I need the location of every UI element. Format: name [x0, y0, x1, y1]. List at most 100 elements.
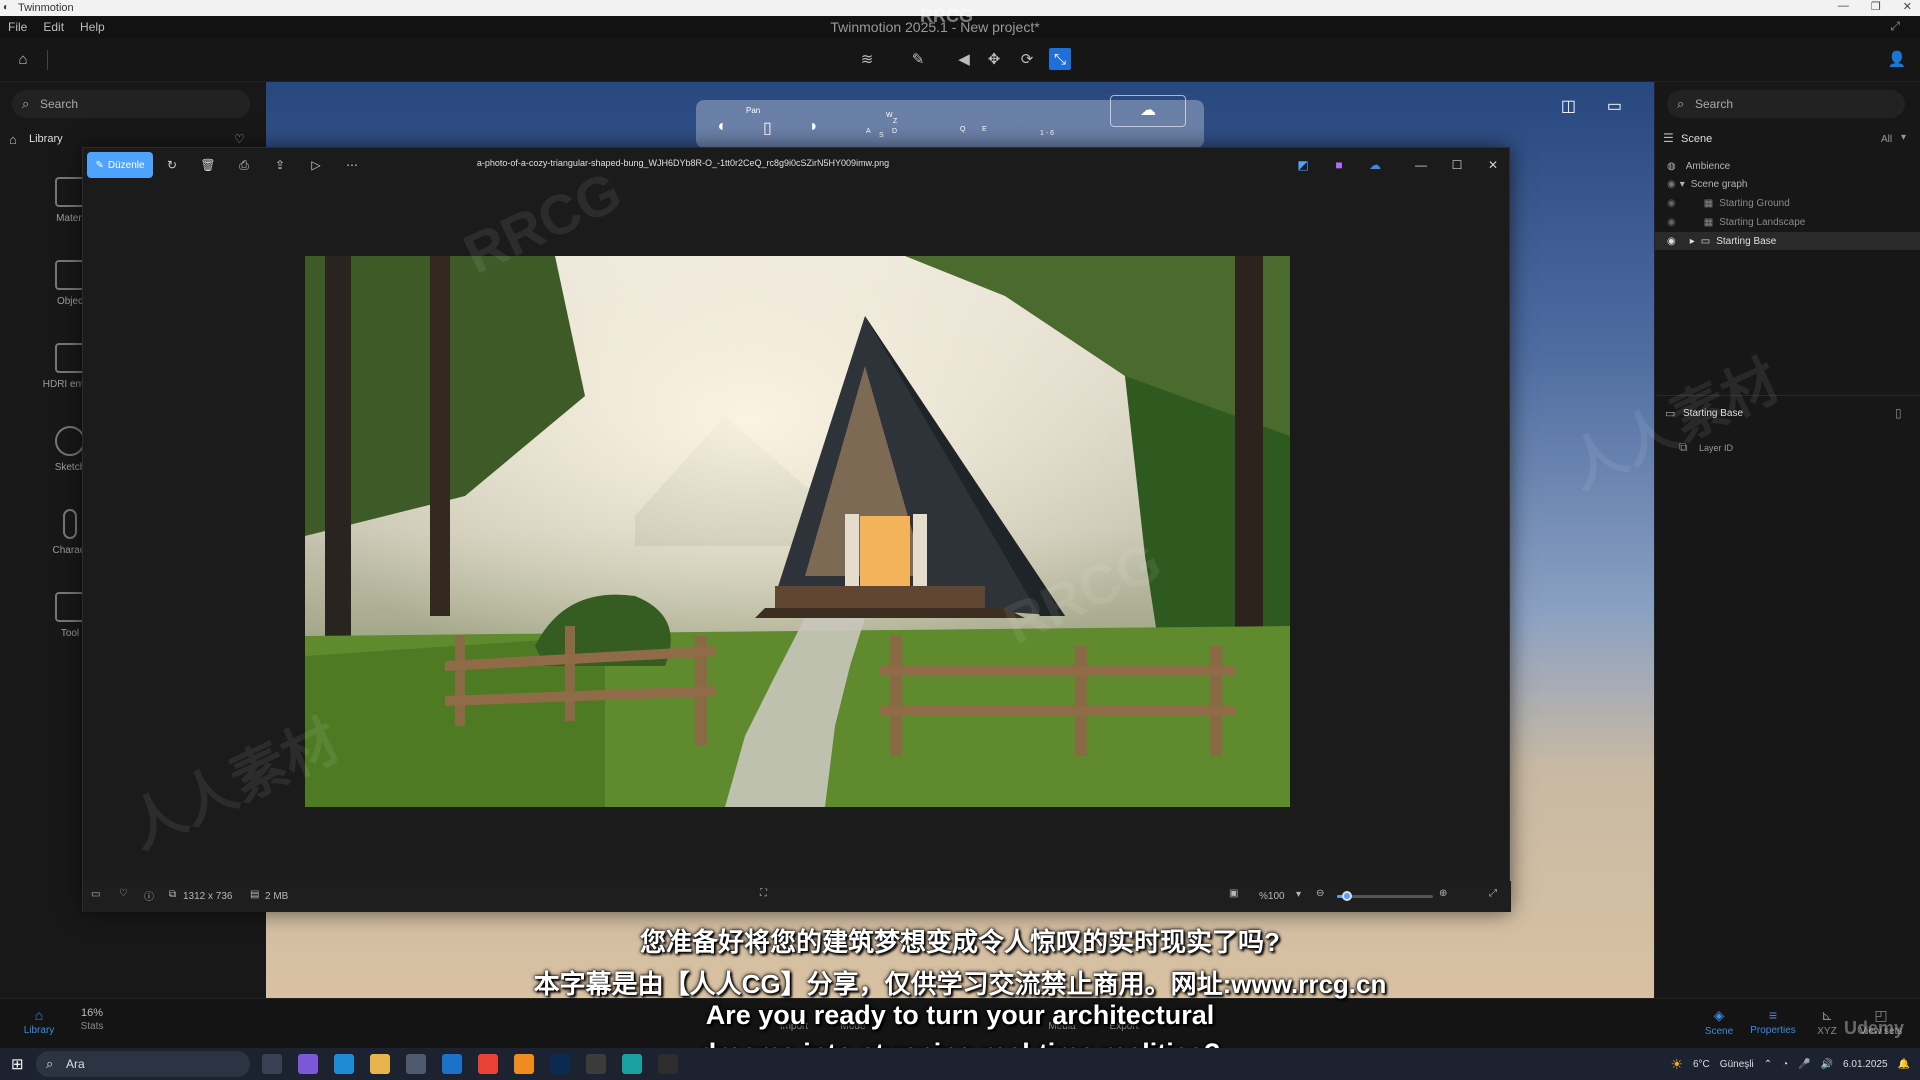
rotate-icon[interactable]: ⟳ [1016, 48, 1038, 70]
weather-temp: 6°C [1693, 1058, 1710, 1070]
fit-screen-icon[interactable]: ⛶ [760, 888, 767, 899]
user-icon[interactable]: 👤 [1886, 48, 1908, 70]
scene-search-input[interactable]: ⌕ Search [1667, 90, 1905, 118]
epic-icon[interactable] [586, 1054, 606, 1074]
chevron-right-icon[interactable]: ▸ [1690, 236, 1695, 247]
library-search-input[interactable]: ⌕ Search [12, 90, 250, 118]
panel-toggle-icon[interactable]: ◫ [1561, 96, 1576, 116]
more-icon[interactable]: ⋯ [343, 156, 361, 174]
tree-item-starting-ground[interactable]: ◉ ▦ Starting Ground [1655, 194, 1920, 212]
os-app-name: Twinmotion [18, 2, 74, 14]
fullscreen-icon[interactable]: ⤢ [1890, 19, 1900, 34]
zoom-value[interactable]: %100 [1259, 891, 1285, 902]
viewer-toolbar: ✎ Düzenle ↻ 🗑 ⎙ ⇪ ▷ ⋯ a-photo-of-a-cozy-… [83, 148, 1511, 182]
restore-icon[interactable]: ❐ [1871, 0, 1881, 13]
tree-item-starting-base[interactable]: ◉ ▸ ▭ Starting Base [1655, 232, 1920, 250]
image-dimensions: 1312 x 736 [183, 891, 233, 902]
cloud-sync-icon[interactable]: ☁ [1110, 95, 1186, 127]
scale-icon[interactable]: ⤡ [1049, 48, 1071, 70]
back-icon[interactable]: ◀ [953, 48, 975, 70]
system-tray: ☀ 6°C Güneşli ⌃ ◔ 🎤 🔊 6.01.2025 🔔 [1670, 1052, 1910, 1076]
share-icon[interactable]: ⇪ [271, 156, 289, 174]
rotate-icon[interactable]: ↻ [163, 156, 181, 174]
terminal-icon[interactable] [658, 1054, 678, 1074]
eye-icon[interactable]: ◉ [1667, 179, 1676, 190]
image-filename: a-photo-of-a-cozy-triangular-shaped-bung… [476, 158, 890, 168]
tree-item-starting-landscape[interactable]: ◉ ▦ Starting Landscape [1655, 213, 1920, 231]
task-view-icon[interactable] [262, 1054, 282, 1074]
tree-item-ambience[interactable]: ◍ Ambience [1655, 157, 1920, 175]
favorite-icon[interactable]: ♡ [234, 132, 245, 146]
tray-chevron-icon[interactable]: ⌃ [1764, 1059, 1772, 1070]
key-z: Z [893, 118, 898, 125]
notification-icon[interactable]: 🔔 [1898, 1059, 1910, 1070]
chevron-down-icon[interactable]: ▾ [1296, 889, 1301, 900]
tree-item-scene-graph[interactable]: ◉ ▾ Scene graph [1655, 175, 1920, 193]
print-icon[interactable]: ⎙ [235, 156, 253, 174]
filter-dropdown[interactable]: All [1881, 134, 1892, 145]
mouse-right-icon: ◗ [809, 118, 819, 135]
layers-icon[interactable]: ≋ [856, 48, 878, 70]
clipchamp-icon[interactable]: ■ [1330, 156, 1348, 174]
zoom-slider[interactable] [1337, 891, 1433, 901]
windows-start-icon[interactable]: ⊞ [11, 1055, 24, 1073]
character-icon [63, 509, 77, 539]
explorer-icon[interactable] [370, 1054, 390, 1074]
view-toggle-icon[interactable]: ▭ [1607, 96, 1622, 116]
chevron-down-icon[interactable]: ▾ [1680, 179, 1685, 190]
volume-icon[interactable]: 🔊 [1821, 1059, 1833, 1070]
tools-icon [55, 592, 85, 622]
info-icon[interactable]: ⓘ [144, 888, 154, 903]
vlc-icon[interactable] [514, 1054, 534, 1074]
folder-icon: ▭ [1700, 235, 1711, 247]
app-logo-icon: ◐ [3, 2, 10, 13]
chevron-down-icon[interactable]: ▾ [1901, 132, 1906, 143]
actual-size-icon[interactable]: ▣ [1229, 888, 1238, 899]
panel-expand-icon[interactable]: ▯ [1895, 406, 1902, 420]
library-search-placeholder: Search [40, 97, 79, 111]
eye-icon[interactable]: ◉ [1667, 198, 1676, 209]
zoom-out-icon[interactable]: ⊖ [1316, 888, 1324, 899]
close-icon[interactable]: ✕ [1903, 0, 1912, 13]
filesize-icon: ▤ [250, 889, 260, 900]
materials-icon [55, 177, 85, 207]
edit-button[interactable]: ✎ Düzenle [87, 152, 153, 178]
ai-edit-icon[interactable]: ◩ [1294, 156, 1312, 174]
navigation-hint-bar: Pan ◖ ▯ ◗ W Z A S D Q E 1 - 6 ☁ [696, 95, 1204, 148]
network-icon[interactable]: ◔ [1782, 1059, 1788, 1070]
photo-viewer-window: ✎ Düzenle ↻ 🗑 ⎙ ⇪ ▷ ⋯ a-photo-of-a-cozy-… [82, 147, 1511, 912]
slideshow-icon[interactable]: ▷ [307, 156, 325, 174]
photoshop-icon[interactable] [550, 1054, 570, 1074]
favorite-icon[interactable]: ♡ [119, 888, 128, 899]
zoom-in-icon[interactable]: ⊕ [1439, 888, 1447, 899]
filmstrip-icon[interactable]: ▭ [91, 889, 100, 900]
move-icon[interactable]: ✥ [983, 48, 1005, 70]
home-icon[interactable]: ⌂ [12, 48, 34, 70]
rrcg-watermark: RRCG [920, 6, 973, 26]
close-icon[interactable]: ✕ [1484, 156, 1502, 174]
objects-icon [55, 260, 85, 290]
zoom-slider-thumb[interactable] [1342, 891, 1352, 901]
pen-icon[interactable]: ✎ [907, 48, 929, 70]
fullscreen-icon[interactable]: ⤢ [1489, 888, 1497, 899]
subtitle-zh-line1: 您准备好将您的建筑梦想变成令人惊叹的实时现实了吗? [640, 927, 1280, 957]
minimize-icon[interactable]: — [1838, 0, 1849, 13]
viewer-statusbar: ▭ ♡ ⓘ ⧉ 1312 x 736 ▤ 2 MB ⛶ ▣ %100 ▾ ⊖ ⊕… [83, 881, 1511, 912]
store-icon[interactable] [406, 1054, 426, 1074]
edge-icon[interactable] [334, 1054, 354, 1074]
outlook-icon[interactable] [442, 1054, 462, 1074]
delete-icon[interactable]: 🗑 [199, 156, 217, 174]
copilot-icon[interactable] [298, 1054, 318, 1074]
subtitle-zh-line2: 本字幕是由【人人CG】分享，仅供学习交流禁止商用。网址:www.rrcg.cn [533, 969, 1387, 999]
eye-icon[interactable]: ◉ [1667, 236, 1676, 247]
maximize-icon[interactable]: ☐ [1448, 156, 1466, 174]
taskbar-search-input[interactable]: ⌕ Ara [36, 1051, 250, 1077]
chrome-icon[interactable] [478, 1054, 498, 1074]
layer-id-label: Layer ID [1699, 443, 1734, 453]
eye-icon[interactable]: ◉ [1667, 217, 1676, 228]
app-icon[interactable] [622, 1054, 642, 1074]
right-panel: ⌕ Search ☰ Scene All ▾ ◍ Ambience ◉ ▾ Sc… [1654, 82, 1920, 998]
microphone-icon[interactable]: 🎤 [1798, 1059, 1810, 1070]
onedrive-icon[interactable]: ☁ [1366, 156, 1384, 174]
minimize-icon[interactable]: — [1412, 156, 1430, 174]
